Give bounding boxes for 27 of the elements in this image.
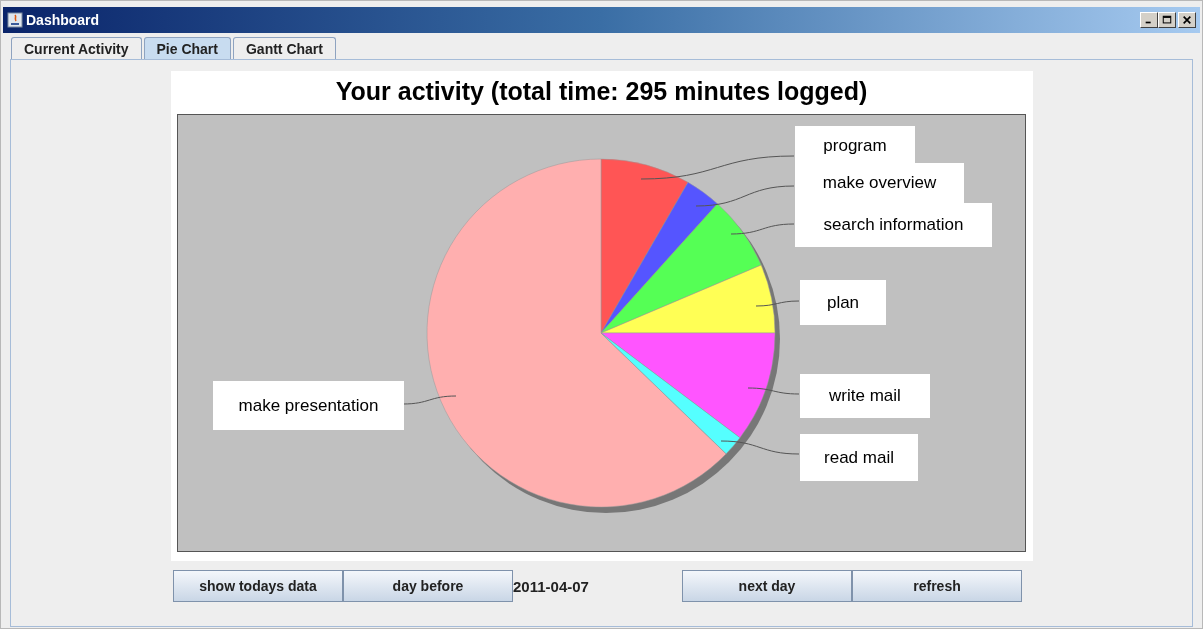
maximize-button[interactable] (1158, 12, 1176, 28)
tab[interactable]: Gantt Chart (233, 37, 336, 59)
slice-label: plan (800, 280, 886, 325)
slice-label: make presentation (213, 381, 404, 430)
app-icon (7, 12, 23, 28)
chart-title: Your activity (total time: 295 minutes logged) (335, 77, 868, 106)
window-title: Dashboard (26, 12, 100, 28)
nav-button[interactable]: refresh (852, 570, 1022, 602)
leader-line (755, 300, 800, 307)
leader-line (747, 387, 800, 395)
close-button[interactable] (1178, 12, 1196, 28)
leader-line (730, 223, 795, 235)
minimize-button[interactable] (1140, 12, 1158, 28)
nav-button[interactable]: next day (682, 570, 852, 602)
slice-label: program (795, 126, 915, 165)
leader-line (402, 395, 457, 405)
date-label: 2011-04-07 (513, 577, 589, 595)
tab[interactable]: Pie Chart (143, 37, 231, 59)
slice-label: write mail (800, 374, 930, 418)
close-icon (1182, 15, 1192, 25)
nav-button[interactable]: day before (343, 570, 513, 602)
slice-label: make overview (795, 163, 964, 203)
maximize-icon (1162, 15, 1172, 25)
slice-label: search information (795, 203, 992, 247)
tab[interactable]: Current Activity (11, 37, 142, 59)
nav-button[interactable]: show todays data (173, 570, 343, 602)
slice-label: read mail (800, 434, 918, 481)
